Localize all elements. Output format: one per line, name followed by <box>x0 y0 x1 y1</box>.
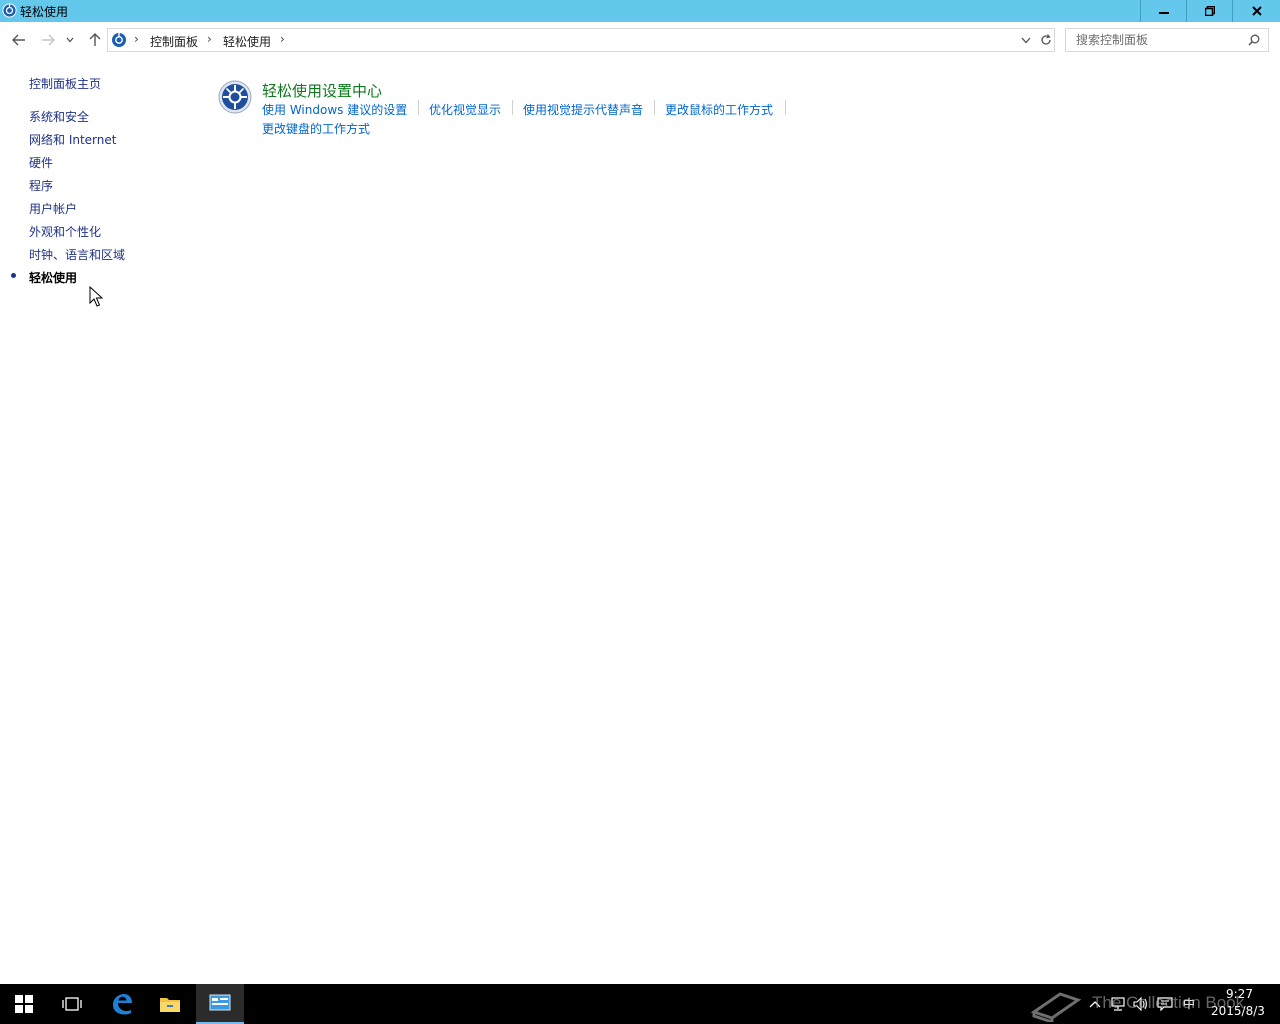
windows-logo-icon <box>15 995 33 1013</box>
book-icon <box>1030 992 1082 1022</box>
minimize-button[interactable] <box>1140 0 1186 22</box>
chevron-right-icon: › <box>134 32 139 46</box>
control-panel-icon <box>112 33 126 47</box>
task-separator <box>654 100 655 115</box>
restore-icon <box>1204 6 1215 16</box>
edge-icon <box>113 994 132 1015</box>
forward-button[interactable] <box>38 31 58 49</box>
edge-browser-button[interactable] <box>98 984 146 1024</box>
watermark-text: The Collection Book <box>1092 993 1245 1012</box>
refresh-button[interactable] <box>1038 32 1054 48</box>
back-arrow-icon <box>12 34 25 46</box>
watermark: The Collection Book <box>1030 988 1260 1022</box>
sidebar-item-user-accounts[interactable]: 用户帐户 <box>29 200 77 217</box>
window-title: 轻松使用 <box>20 5 69 19</box>
file-explorer-button[interactable] <box>146 984 194 1024</box>
up-button[interactable] <box>85 31 105 49</box>
close-icon <box>1251 6 1262 16</box>
address-bar[interactable]: › 控制面板 › 轻松使用 › <box>107 28 1055 52</box>
ease-of-access-icon <box>2 3 17 18</box>
title-bar: 轻松使用 <box>0 0 1280 22</box>
chevron-right-icon[interactable]: › <box>280 32 285 46</box>
mouse-cursor-icon <box>89 286 103 307</box>
sidebar-item-network-internet[interactable]: 网络和 Internet <box>29 131 116 148</box>
current-item-bullet <box>11 273 16 278</box>
sidebar-item-hardware[interactable]: 硬件 <box>29 154 53 171</box>
task-visual-cues-for-sounds[interactable]: 使用视觉提示代替声音 <box>523 101 643 118</box>
control-panel-icon <box>209 994 231 1011</box>
back-button[interactable] <box>9 31 29 49</box>
task-change-keyboard[interactable]: 更改键盘的工作方式 <box>262 120 370 137</box>
forward-arrow-icon <box>42 34 55 46</box>
breadcrumb-control-panel[interactable]: 控制面板 <box>150 33 198 50</box>
address-dropdown-button[interactable] <box>1018 32 1034 48</box>
refresh-icon <box>1041 34 1051 45</box>
search-icon[interactable] <box>1248 34 1260 46</box>
breadcrumb-ease-of-access[interactable]: 轻松使用 <box>223 33 271 50</box>
chevron-down-icon <box>66 37 74 43</box>
ease-of-access-center-link[interactable]: 轻松使用设置中心 <box>262 80 382 101</box>
up-arrow-icon <box>89 33 101 46</box>
start-button[interactable] <box>0 984 48 1024</box>
task-windows-recommended-settings[interactable]: 使用 Windows 建议的设置 <box>262 101 407 118</box>
recent-locations-button[interactable] <box>62 31 78 49</box>
minimize-icon <box>1158 12 1169 14</box>
search-box[interactable] <box>1065 28 1269 52</box>
search-input[interactable] <box>1074 32 1244 48</box>
task-change-mouse[interactable]: 更改鼠标的工作方式 <box>665 101 773 118</box>
sidebar-item-programs[interactable]: 程序 <box>29 177 53 194</box>
sidebar-item-appearance[interactable]: 外观和个性化 <box>29 223 101 240</box>
task-separator <box>418 100 419 115</box>
control-panel-taskbar-button[interactable] <box>196 984 244 1024</box>
restore-button[interactable] <box>1186 0 1232 22</box>
sidebar-item-system-security[interactable]: 系统和安全 <box>29 108 89 125</box>
task-optimize-visual-display[interactable]: 优化视觉显示 <box>429 101 501 118</box>
sidebar-item-clock-language[interactable]: 时钟、语言和区域 <box>29 246 125 263</box>
sidebar-item-ease-of-access: 轻松使用 <box>29 271 78 285</box>
ease-of-access-center-icon <box>218 80 252 114</box>
task-separator <box>512 100 513 115</box>
chevron-right-icon[interactable]: › <box>207 32 212 46</box>
chevron-down-icon <box>1021 37 1031 43</box>
task-separator <box>785 100 786 115</box>
sidebar-control-panel-home[interactable]: 控制面板主页 <box>29 75 101 92</box>
task-view-icon <box>62 997 82 1011</box>
folder-icon <box>160 998 180 1012</box>
close-button[interactable] <box>1232 0 1280 22</box>
task-view-button[interactable] <box>48 984 96 1024</box>
